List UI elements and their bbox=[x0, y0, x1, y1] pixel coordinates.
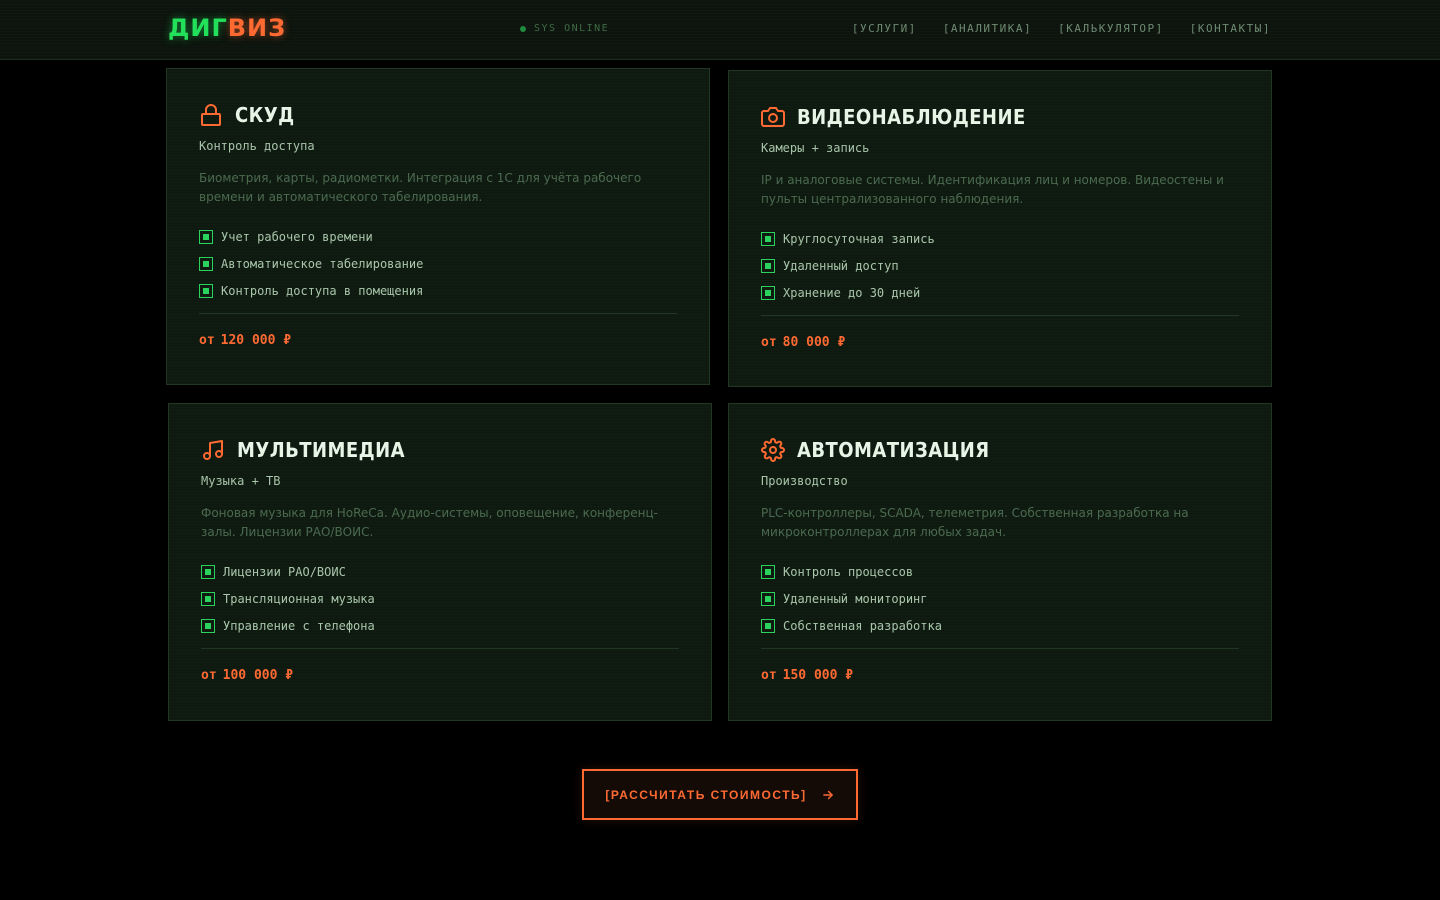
feature-item: Собственная разработка bbox=[761, 612, 942, 639]
check-icon bbox=[199, 229, 213, 244]
price-prefix: от bbox=[761, 335, 777, 350]
feature-item: Круглосуточная запись bbox=[761, 225, 935, 252]
card-description: Биометрия, карты, радиометки. Интеграция… bbox=[199, 171, 642, 204]
feature-label: Удаленный мониторинг bbox=[783, 591, 928, 606]
divider bbox=[761, 648, 1239, 649]
top-bar: ДИГВИЗ SYS ONLINE [УСЛУГИ] [АНАЛИТИКА] [… bbox=[0, 0, 1440, 60]
camera-icon bbox=[761, 107, 785, 127]
feature-label: Трансляционная музыка bbox=[223, 591, 375, 606]
feature-list: Учет рабочего времени Автоматическое таб… bbox=[199, 223, 423, 304]
feature-list: Контроль процессов Удаленный мониторинг … bbox=[761, 558, 942, 639]
nav-analytics[interactable]: [АНАЛИТИКА] bbox=[943, 22, 1032, 35]
feature-label: Учет рабочего времени bbox=[221, 229, 373, 244]
price-value: 100 000 ₽ bbox=[222, 668, 294, 683]
feature-list: Лицензии РАО/ВОИС Трансляционная музыка … bbox=[201, 558, 375, 639]
check-icon bbox=[761, 618, 775, 633]
price-value: 120 000 ₽ bbox=[220, 333, 292, 348]
feature-item: Удаленный мониторинг bbox=[761, 585, 942, 612]
nav-contacts[interactable]: [КОНТАКТЫ] bbox=[1190, 22, 1271, 35]
arrow-right-icon bbox=[822, 790, 833, 799]
feature-list: Круглосуточная запись Удаленный доступ Х… bbox=[761, 225, 935, 306]
nav-services[interactable]: [УСЛУГИ] bbox=[852, 22, 917, 35]
card-subtitle: Контроль доступа bbox=[199, 139, 315, 153]
divider bbox=[761, 315, 1239, 316]
card-description: PLC-контроллеры, SCADA, телеметрия. Собс… bbox=[761, 506, 1189, 539]
card-header: МУЛЬТИМЕДИА bbox=[201, 438, 424, 462]
service-card-skud[interactable]: СКУД Контроль доступа Биометрия, карты, … bbox=[166, 68, 710, 385]
feature-item: Автоматическое табелирование bbox=[199, 250, 423, 277]
main-nav: [УСЛУГИ] [АНАЛИТИКА] [КАЛЬКУЛЯТОР] [КОНТ… bbox=[852, 22, 1271, 35]
divider bbox=[199, 313, 677, 314]
music-icon bbox=[203, 440, 223, 460]
price-prefix: от bbox=[201, 668, 217, 683]
check-icon bbox=[761, 231, 775, 246]
feature-label: Контроль доступа в помещения bbox=[221, 283, 424, 298]
status-dot-icon bbox=[520, 25, 526, 32]
card-description: Фоновая музыка для HoReCa. Аудио-системы… bbox=[201, 506, 659, 539]
feature-item: Лицензии РАО/ВОИС bbox=[201, 558, 375, 585]
card-price: от 100 000 ₽ bbox=[201, 668, 293, 683]
card-price: от 80 000 ₽ bbox=[761, 335, 845, 350]
price-value: 150 000 ₽ bbox=[782, 668, 854, 683]
feature-label: Круглосуточная запись bbox=[783, 231, 935, 246]
feature-item: Контроль процессов bbox=[761, 558, 942, 585]
feature-item: Удаленный доступ bbox=[761, 252, 935, 279]
card-title: МУЛЬТИМЕДИА bbox=[237, 438, 405, 462]
feature-label: Собственная разработка bbox=[783, 618, 942, 633]
card-description: IP и аналоговые системы. Идентификация л… bbox=[761, 173, 1224, 206]
logo-part-2: ВИЗ bbox=[227, 14, 287, 42]
feature-item: Учет рабочего времени bbox=[199, 223, 423, 250]
check-icon bbox=[761, 285, 775, 300]
feature-label: Хранение до 30 дней bbox=[783, 285, 921, 300]
check-icon bbox=[201, 591, 215, 606]
logo-part-1: ДИГ bbox=[168, 14, 228, 42]
gear-icon bbox=[761, 438, 785, 462]
check-icon bbox=[199, 256, 213, 271]
price-value: 80 000 ₽ bbox=[782, 335, 846, 350]
check-icon bbox=[201, 618, 215, 633]
card-subtitle: Музыка + ТВ bbox=[201, 474, 281, 488]
card-header: СКУД bbox=[199, 103, 301, 127]
feature-item: Хранение до 30 дней bbox=[761, 279, 935, 306]
card-title: ВИДЕОНАБЛЮДЕНИЕ bbox=[797, 105, 1026, 129]
card-header: АВТОМАТИЗАЦИЯ bbox=[761, 438, 1011, 462]
nav-calculator[interactable]: [КАЛЬКУЛЯТОР] bbox=[1058, 22, 1164, 35]
status-text: SYS ONLINE bbox=[534, 23, 610, 34]
check-icon bbox=[761, 258, 775, 273]
check-icon bbox=[761, 591, 775, 606]
divider bbox=[201, 648, 679, 649]
card-subtitle: Производство bbox=[761, 474, 848, 488]
feature-item: Трансляционная музыка bbox=[201, 585, 375, 612]
price-prefix: от bbox=[761, 668, 777, 683]
service-card-video[interactable]: ВИДЕОНАБЛЮДЕНИЕ Камеры + запись IP и ана… bbox=[728, 70, 1272, 387]
feature-label: Управление с телефона bbox=[223, 618, 375, 633]
service-card-automation[interactable]: АВТОМАТИЗАЦИЯ Производство PLC-контролле… bbox=[728, 403, 1272, 721]
calculate-cost-button[interactable]: [РАССЧИТАТЬ СТОИМОСТЬ] bbox=[582, 769, 858, 820]
service-card-multimedia[interactable]: МУЛЬТИМЕДИА Музыка + ТВ Фоновая музыка д… bbox=[168, 403, 712, 721]
card-price: от 150 000 ₽ bbox=[761, 668, 853, 683]
card-header: ВИДЕОНАБЛЮДЕНИЕ bbox=[761, 105, 1051, 129]
card-subtitle: Камеры + запись bbox=[761, 141, 870, 155]
status-indicator: SYS ONLINE bbox=[520, 23, 609, 34]
cta-label: [РАССЧИТАТЬ СТОИМОСТЬ] bbox=[605, 787, 807, 802]
card-title: СКУД bbox=[235, 103, 295, 127]
feature-label: Автоматическое табелирование bbox=[221, 256, 424, 271]
check-icon bbox=[199, 283, 213, 298]
feature-label: Лицензии РАО/ВОИС bbox=[223, 564, 346, 579]
feature-item: Контроль доступа в помещения bbox=[199, 277, 423, 304]
feature-label: Контроль процессов bbox=[783, 564, 914, 579]
feature-item: Управление с телефона bbox=[201, 612, 375, 639]
feature-label: Удаленный доступ bbox=[783, 258, 899, 273]
logo[interactable]: ДИГВИЗ bbox=[168, 14, 286, 42]
check-icon bbox=[201, 564, 215, 579]
check-icon bbox=[761, 564, 775, 579]
price-prefix: от bbox=[199, 333, 215, 348]
card-price: от 120 000 ₽ bbox=[199, 333, 291, 348]
lock-icon bbox=[201, 104, 221, 126]
card-title: АВТОМАТИЗАЦИЯ bbox=[797, 438, 990, 462]
